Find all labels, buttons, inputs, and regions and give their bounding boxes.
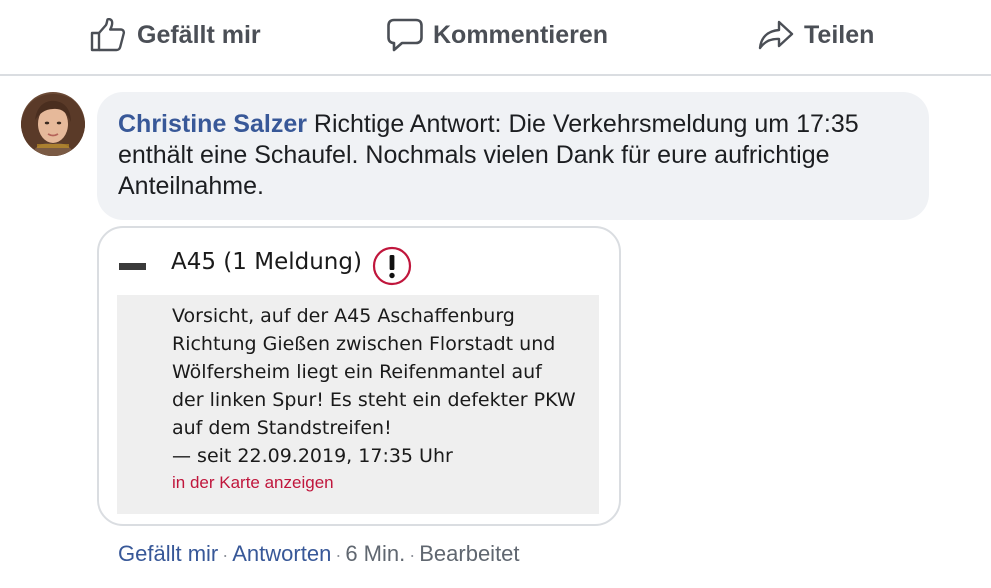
separator-dot: · (335, 545, 342, 565)
thumbs-up-icon (90, 18, 128, 52)
comment-label: Kommentieren (433, 20, 609, 49)
comment-bubble: Christine Salzer Richtige Antwort: Die V… (97, 92, 929, 220)
comment-reply-link[interactable]: Antworten (232, 541, 331, 566)
avatar-image (21, 92, 85, 156)
divider (0, 74, 991, 76)
traffic-message-box: Vorsicht, auf der A45 Aschaffenburg Rich… (117, 295, 599, 514)
post-action-bar: Gefällt mir Kommentieren Teilen (0, 0, 991, 76)
share-arrow-icon (757, 18, 795, 52)
traffic-message: Vorsicht, auf der A45 Aschaffenburg Rich… (172, 305, 576, 439)
share-label: Teilen (804, 20, 875, 49)
collapse-minus-icon[interactable] (119, 263, 146, 270)
attachment-card[interactable]: A45 (1 Meldung) Vorsicht, auf der A45 As… (97, 226, 621, 526)
avatar[interactable] (21, 92, 85, 156)
separator-dot: · (409, 545, 416, 565)
road-header: A45 (1 Meldung) (99, 244, 619, 288)
share-button[interactable]: Teilen (757, 12, 874, 58)
comment-button[interactable]: Kommentieren (386, 12, 608, 58)
road-title: A45 (1 Meldung) (171, 249, 362, 275)
comment-like-link[interactable]: Gefällt mir (118, 541, 218, 566)
comment-meta: Gefällt mir · Antworten · 6 Min. · Bearbeitet (118, 539, 520, 570)
comment-author-link[interactable]: Christine Salzer (118, 110, 307, 138)
speech-bubble-icon (386, 17, 424, 53)
map-link[interactable]: in der Karte anzeigen (172, 473, 599, 493)
separator-dot: · (222, 545, 229, 565)
like-button[interactable]: Gefällt mir (90, 12, 261, 58)
exclamation-circle-icon (372, 246, 412, 286)
comment-timestamp[interactable]: 6 Min. (345, 541, 405, 566)
like-label: Gefällt mir (137, 20, 261, 49)
edited-label[interactable]: Bearbeitet (419, 541, 519, 566)
traffic-timestamp: — seit 22.09.2019, 17:35 Uhr (172, 445, 453, 467)
